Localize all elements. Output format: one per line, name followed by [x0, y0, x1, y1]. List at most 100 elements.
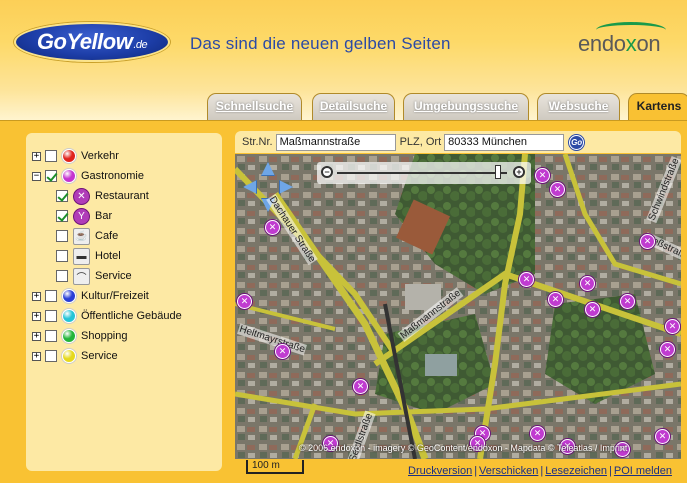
- page: GoYellow .de Das sind die neuen gelben Se…: [0, 0, 687, 483]
- layer-row[interactable]: + Service: [32, 347, 118, 365]
- expand-icon[interactable]: +: [32, 331, 41, 341]
- city-label: PLZ, Ort: [399, 136, 442, 148]
- send-link[interactable]: Verschicken: [479, 465, 538, 477]
- layer-checkbox[interactable]: [45, 150, 57, 162]
- restaurant-poi-icon[interactable]: ✕: [665, 319, 680, 334]
- restaurant-poi-icon[interactable]: ✕: [237, 294, 252, 309]
- brand-main: endo: [578, 31, 626, 56]
- coffee-cup-icon: ☕: [73, 227, 90, 245]
- layer-row[interactable]: + Kultur/Freizeit: [32, 287, 149, 305]
- restaurant-poi-icon[interactable]: ✕: [535, 168, 550, 183]
- scale-label: 100 m: [252, 460, 280, 471]
- category-ball-icon: [62, 329, 76, 343]
- restaurant-poi-icon[interactable]: ✕: [548, 292, 563, 307]
- print-link[interactable]: Druckversion: [408, 465, 472, 477]
- category-ball-icon: [62, 149, 76, 163]
- layer-checkbox[interactable]: [45, 330, 57, 342]
- restaurant-poi-icon[interactable]: ✕: [353, 379, 368, 394]
- report-poi-link[interactable]: POI melden: [614, 465, 672, 477]
- zoom-in-icon[interactable]: +: [513, 166, 525, 178]
- layer-label: Shopping: [81, 330, 128, 342]
- layer-row[interactable]: ☕ Cafe: [56, 227, 118, 245]
- layer-panel: + Verkehr − Gastronomie ✕ Restaurant Y Bar ☕ Cafe…: [26, 133, 222, 471]
- pan-control[interactable]: [243, 162, 293, 212]
- tab-schnellsuche[interactable]: Schnellsuche: [207, 93, 302, 120]
- header: GoYellow .de Das sind die neuen gelben Se…: [0, 0, 687, 120]
- layer-label: Service: [95, 270, 132, 282]
- restaurant-poi-icon[interactable]: ✕: [265, 220, 280, 235]
- city-input[interactable]: [444, 133, 565, 151]
- layer-checkbox[interactable]: [45, 310, 57, 322]
- layer-checkbox[interactable]: [45, 290, 57, 302]
- endoxon-logo: endoxon: [578, 31, 661, 57]
- tab-umgebungssuche[interactable]: Umgebungssuche: [403, 93, 529, 120]
- street-input[interactable]: [275, 133, 396, 151]
- layer-label: Kultur/Freizeit: [81, 290, 149, 302]
- bottom-links: Druckversion | Verschicken | Lesezeichen | POI…: [408, 465, 672, 477]
- category-ball-icon: [62, 289, 76, 303]
- aerial-imagery: [235, 154, 681, 459]
- layer-row[interactable]: Y Bar: [56, 207, 112, 225]
- tab-kartensuche[interactable]: Kartens: [628, 93, 687, 120]
- layer-row[interactable]: ✕ Restaurant: [56, 187, 149, 205]
- restaurant-poi-icon[interactable]: ✕: [275, 344, 290, 359]
- map-view[interactable]: − + Maßmannstraße Dachauer Straße Schwin…: [235, 154, 681, 459]
- layer-row[interactable]: ⌒ Service: [56, 267, 132, 285]
- layer-checkbox[interactable]: [56, 250, 68, 262]
- restaurant-poi-icon[interactable]: ✕: [585, 302, 600, 317]
- zoom-track[interactable]: [337, 172, 507, 174]
- layer-label: Restaurant: [95, 190, 149, 202]
- layer-row[interactable]: ▬ Hotel: [56, 247, 121, 265]
- pan-up-icon[interactable]: [261, 162, 275, 176]
- bed-icon: ▬: [73, 247, 90, 265]
- content-area: + Verkehr − Gastronomie ✕ Restaurant Y Bar ☕ Cafe…: [0, 120, 687, 483]
- layer-checkbox[interactable]: [45, 170, 57, 182]
- layer-checkbox[interactable]: [56, 190, 68, 202]
- expand-icon[interactable]: +: [32, 291, 41, 301]
- restaurant-poi-icon[interactable]: ✕: [655, 429, 670, 444]
- layer-label: Cafe: [95, 230, 119, 242]
- restaurant-poi-icon[interactable]: ✕: [550, 182, 565, 197]
- collapse-icon[interactable]: −: [32, 171, 41, 181]
- layer-label: Verkehr: [81, 150, 119, 162]
- goyellow-logo[interactable]: GoYellow .de: [14, 22, 170, 62]
- bookmark-link[interactable]: Lesezeichen: [545, 465, 607, 477]
- zoom-handle[interactable]: [495, 165, 501, 179]
- scale-bar: 100 m: [246, 460, 304, 474]
- layer-row[interactable]: + Shopping: [32, 327, 128, 345]
- street-label: Str.Nr.: [242, 136, 273, 148]
- logo-text: GoYellow: [36, 29, 133, 54]
- brand-end: on: [636, 31, 661, 56]
- category-ball-icon: [62, 349, 76, 363]
- zoom-out-icon[interactable]: −: [321, 166, 333, 178]
- go-button[interactable]: Go: [569, 134, 585, 150]
- layer-row[interactable]: + Verkehr: [32, 147, 119, 165]
- brand-x: x: [625, 31, 637, 56]
- layer-checkbox[interactable]: [45, 350, 57, 362]
- expand-icon[interactable]: +: [32, 311, 41, 321]
- restaurant-poi-icon[interactable]: ✕: [530, 426, 545, 441]
- restaurant-poi-icon[interactable]: ✕: [580, 276, 595, 291]
- search-bar: Str.Nr. PLZ, Ort Go: [235, 131, 681, 153]
- layer-label: Öffentliche Gebäude: [81, 310, 182, 322]
- layer-label: Hotel: [95, 250, 121, 262]
- layer-checkbox[interactable]: [56, 230, 68, 242]
- tab-detailsuche[interactable]: Detailsuche: [312, 93, 395, 120]
- pan-right-icon[interactable]: [279, 180, 293, 194]
- zoom-control[interactable]: − +: [317, 162, 531, 184]
- pan-left-icon[interactable]: [243, 180, 257, 194]
- tab-websuche[interactable]: Websuche: [537, 93, 620, 120]
- tagline: Das sind die neuen gelben Seiten: [190, 34, 451, 53]
- restaurant-poi-icon[interactable]: ✕: [620, 294, 635, 309]
- cocktail-icon: Y: [73, 207, 90, 225]
- expand-icon[interactable]: +: [32, 351, 41, 361]
- layer-checkbox[interactable]: [56, 270, 68, 282]
- layer-checkbox[interactable]: [56, 210, 68, 222]
- layer-label: Gastronomie: [81, 170, 144, 182]
- expand-icon[interactable]: +: [32, 151, 41, 161]
- restaurant-poi-icon[interactable]: ✕: [519, 272, 534, 287]
- restaurant-poi-icon[interactable]: ✕: [660, 342, 675, 357]
- layer-row[interactable]: − Gastronomie: [32, 167, 144, 185]
- restaurant-poi-icon[interactable]: ✕: [640, 234, 655, 249]
- layer-row[interactable]: + Öffentliche Gebäude: [32, 307, 182, 325]
